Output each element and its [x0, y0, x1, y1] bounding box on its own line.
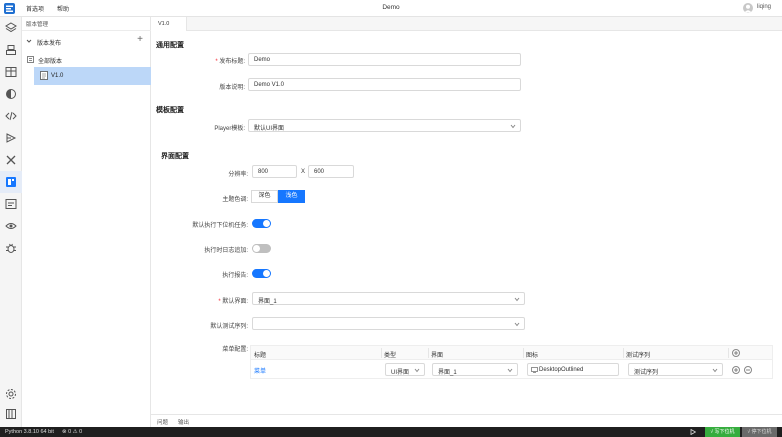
table-header-icon: 图标: [523, 346, 623, 360]
default-page-select[interactable]: 界面_1: [252, 292, 525, 305]
title-bar: 首选项 帮助 Demo liqing: [0, 0, 782, 17]
window-title: Demo: [382, 4, 400, 11]
resolution-width-input[interactable]: 800: [252, 165, 297, 178]
editor-tab-bar: V1.0: [151, 17, 782, 31]
report-toggle[interactable]: [252, 269, 271, 278]
table-header-type: 类型: [381, 346, 428, 360]
problems-count[interactable]: ⊗ 0 ⚠ 0: [62, 429, 82, 435]
tree-item-all-versions[interactable]: 全部版本: [22, 53, 151, 65]
chevron-down-icon: [514, 322, 520, 327]
sidebar-title: 版本管理: [26, 22, 49, 28]
python-interpreter[interactable]: Python 3.8.10 64 bit: [5, 429, 54, 435]
tree-item-v1[interactable]: V1.0: [34, 67, 151, 85]
tab-output[interactable]: 输出: [178, 418, 189, 426]
chevron-down-icon: [510, 124, 516, 129]
layout-icon[interactable]: [0, 61, 22, 83]
resolution-separator: X: [301, 169, 306, 175]
ui-section-title: 界面配置: [161, 153, 189, 160]
status-bar: Python 3.8.10 64 bit ⊗ 0 ⚠ 0 √ 写下位机 √ 停下…: [0, 427, 782, 437]
layers-icon[interactable]: [0, 17, 22, 39]
tree-item-label: 全部版本: [38, 59, 63, 65]
library-icon[interactable]: [0, 403, 22, 425]
version-icon[interactable]: [0, 171, 22, 193]
deploy-icon[interactable]: [0, 127, 22, 149]
player-template-label: Player模板:: [214, 126, 245, 132]
remove-row-icon[interactable]: [744, 366, 752, 374]
table-header-actions: [728, 346, 772, 360]
chevron-down-icon: [712, 368, 718, 373]
tree-icon: [27, 56, 34, 63]
tab-label: V1.0: [158, 21, 170, 27]
template-icon[interactable]: [0, 193, 22, 215]
general-section-title: 通用配置: [156, 42, 184, 49]
divider: [22, 30, 151, 31]
chevron-down-icon: [514, 297, 520, 302]
template-section-title: 模板配置: [156, 107, 184, 114]
release-title-label: * 发布标题:: [215, 59, 245, 65]
release-desc-label: 版本说明:: [219, 85, 245, 91]
add-row-icon[interactable]: [732, 349, 740, 357]
tab-problems[interactable]: 问题: [157, 418, 168, 426]
settings-icon[interactable]: [0, 383, 22, 405]
release-title-input[interactable]: Demo: [248, 53, 521, 66]
flash-device-button[interactable]: √ 写下位机: [705, 427, 740, 437]
document-icon: [40, 71, 48, 80]
sidebar: 版本管理 版本发布 + 全部版本 V1.0: [22, 17, 151, 427]
panel-tab-bar: 问题 输出: [151, 414, 782, 427]
append-log-toggle[interactable]: [252, 244, 271, 253]
table-header-title: 标题: [251, 346, 381, 360]
tab-v1[interactable]: V1.0: [151, 17, 187, 31]
table-header-sequence: 测试序列: [623, 346, 728, 360]
theme-icon[interactable]: [0, 83, 22, 105]
stop-device-button[interactable]: √ 停下位机: [742, 427, 777, 437]
section-label: 版本发布: [37, 41, 62, 47]
theme-label: 主题色调:: [222, 197, 248, 203]
menu-sequence-select[interactable]: 测试序列: [628, 363, 723, 376]
monitor-icon[interactable]: [0, 215, 22, 237]
report-label: 执行报告:: [222, 273, 248, 279]
table-header-page: 界面: [428, 346, 523, 360]
auto-run-toggle[interactable]: [252, 219, 271, 228]
chevron-down-icon: [507, 368, 513, 373]
build-icon[interactable]: [0, 39, 22, 61]
menu-icon-input[interactable]: DesktopOutlined: [527, 363, 619, 376]
chevron-down-icon: [414, 368, 420, 373]
menu-config-label: 菜单配置:: [222, 347, 248, 353]
user-name[interactable]: liqing: [757, 4, 771, 10]
player-template-select[interactable]: 默认UI界面: [248, 119, 521, 132]
theme-light-option[interactable]: 浅色: [278, 190, 305, 203]
debug-icon[interactable]: [0, 237, 22, 259]
auto-run-label: 默认执行下位机任务:: [192, 223, 248, 229]
avatar[interactable]: [743, 3, 753, 13]
version-release-section[interactable]: 版本发布 +: [22, 35, 151, 47]
theme-dark-option[interactable]: 深色: [251, 190, 278, 203]
chevron-down-icon: [26, 38, 32, 44]
resolution-height-input[interactable]: 600: [308, 165, 354, 178]
default-sequence-select[interactable]: [252, 317, 525, 330]
add-version-button[interactable]: +: [134, 35, 146, 47]
activity-bar: [0, 17, 22, 427]
menu-type-select[interactable]: UI界面: [385, 363, 425, 376]
tree-item-label: V1.0: [51, 73, 64, 79]
default-page-label: * 默认界面:: [218, 299, 248, 305]
add-row-icon[interactable]: [732, 366, 740, 374]
append-log-label: 执行时日志追加:: [204, 248, 248, 254]
resolution-label: 分辨率:: [228, 172, 248, 178]
menu-page-select[interactable]: 界面_1: [432, 363, 518, 376]
play-icon[interactable]: [690, 429, 696, 435]
menu-title-link[interactable]: 菜单: [254, 366, 266, 375]
table-row: 菜单: [251, 360, 381, 380]
desktop-icon: [531, 367, 538, 373]
tools-icon[interactable]: [0, 149, 22, 171]
release-desc-input[interactable]: Demo V1.0: [248, 78, 521, 91]
default-sequence-label: 默认测试序列:: [210, 324, 248, 330]
menu-config-table: 标题 类型 界面 图标 测试序列 菜单 UI界面 界面_1 DesktopOut…: [250, 345, 773, 379]
code-icon[interactable]: [0, 105, 22, 127]
